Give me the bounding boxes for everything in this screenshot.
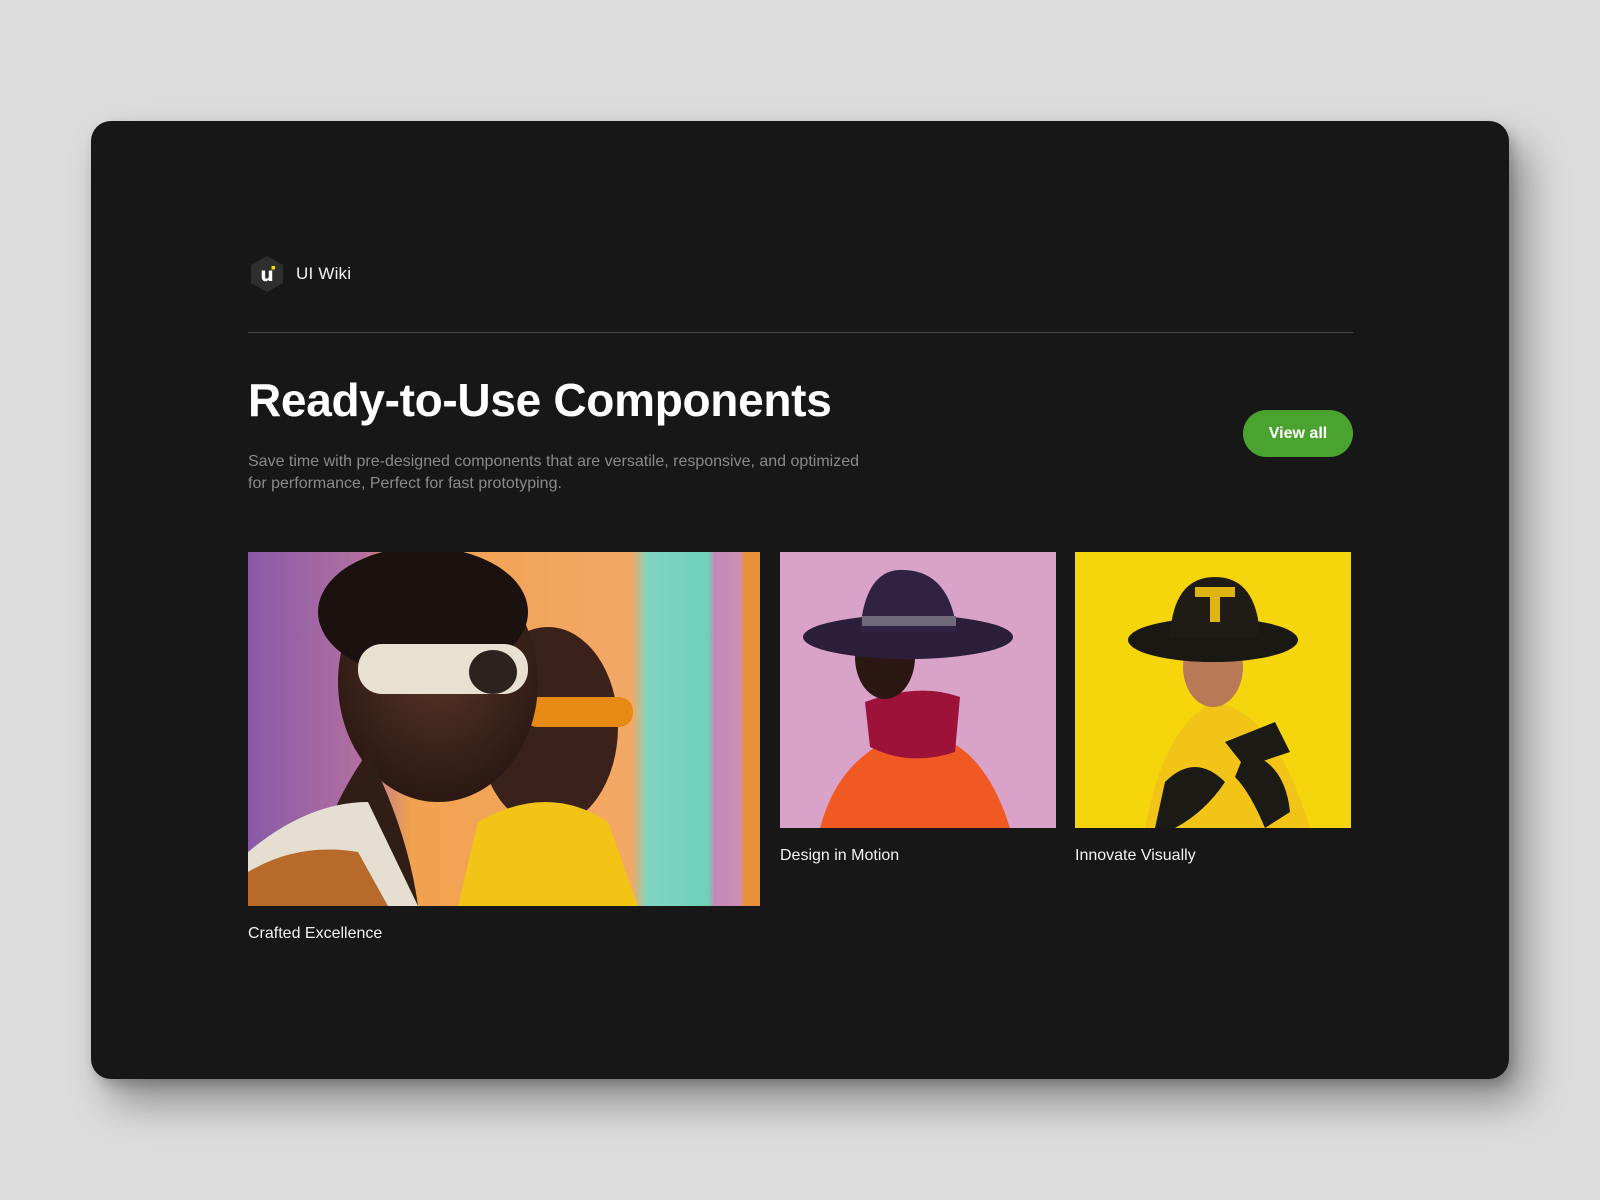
components-card: u UI Wiki Ready-to-Use Components Save t… <box>91 121 1509 1079</box>
tile-image-hat-portrait[interactable] <box>780 552 1056 828</box>
page-title: Ready-to-Use Components <box>248 374 832 426</box>
hat-portrait-image <box>780 552 1056 828</box>
tile-design-in-motion[interactable]: Design in Motion <box>780 552 1056 865</box>
tile-caption: Innovate Visually <box>1075 847 1196 864</box>
page-subtitle: Save time with pre-designed components t… <box>248 453 859 492</box>
tile-caption: Crafted Excellence <box>248 925 383 942</box>
ui-wiki-logo-icon: u <box>248 255 286 293</box>
tile-caption: Design in Motion <box>780 847 900 864</box>
tile-crafted-excellence[interactable]: Crafted Excellence <box>248 552 760 943</box>
sunglasses-portrait-image <box>248 552 760 906</box>
brand-name: UI Wiki <box>296 264 352 283</box>
tile-image-yellow-hat-portrait[interactable] <box>1075 552 1351 828</box>
tile-innovate-visually[interactable]: Innovate Visually <box>1075 552 1351 865</box>
tile-image-sunglasses-portrait[interactable] <box>248 552 760 906</box>
header-divider <box>248 332 1353 333</box>
view-all-button[interactable]: View all <box>1243 410 1353 457</box>
card-content: u UI Wiki Ready-to-Use Components Save t… <box>248 121 1353 1079</box>
yellow-hat-portrait-image <box>1075 552 1351 828</box>
brand[interactable]: u UI Wiki <box>248 255 351 293</box>
